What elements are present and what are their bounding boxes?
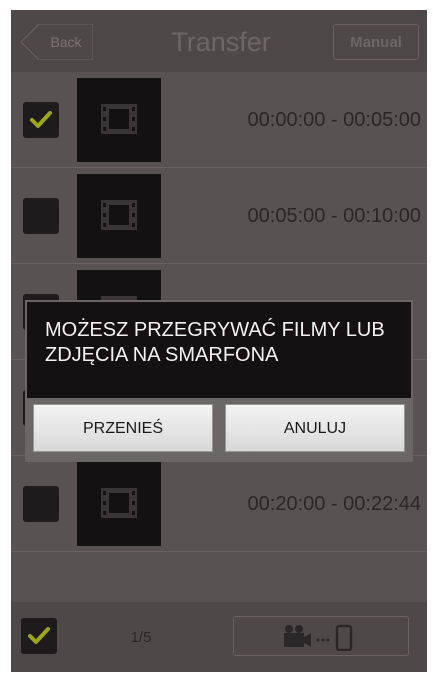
thumbnail[interactable] (77, 462, 161, 546)
dialog-button-bar: PRZENIEŚ ANULUJ (27, 398, 411, 460)
transfer-screen: Back Transfer Manual 00:00:00 - 00:05:00 (11, 10, 427, 672)
checkmark-icon (30, 111, 52, 128)
list-item[interactable]: 00:20:00 - 00:22:44 (11, 456, 427, 552)
transfer-button[interactable] (233, 616, 409, 656)
row-checkbox[interactable] (23, 102, 59, 138)
cancel-button[interactable]: ANULUJ (225, 404, 405, 452)
header-bar: Back Transfer Manual (11, 10, 427, 72)
bottom-bar: 1/5 (11, 602, 427, 672)
select-all-checkbox[interactable] (21, 618, 57, 654)
confirm-dialog: MOŻESZ PRZEGRYWAĆ FILMY LUB ZDJĘCIA NA S… (25, 300, 413, 462)
list-item[interactable]: 00:00:00 - 00:05:00 (11, 72, 427, 168)
back-button[interactable]: Back (21, 24, 93, 60)
list-item[interactable]: 00:05:00 - 00:10:00 (11, 168, 427, 264)
manual-button[interactable]: Manual (333, 24, 419, 60)
divider (11, 551, 427, 552)
page-title: Transfer (171, 27, 271, 57)
transfer-confirm-button[interactable]: PRZENIEŚ (33, 404, 213, 452)
film-icon (101, 200, 137, 230)
row-checkbox[interactable] (23, 486, 59, 522)
row-checkbox[interactable] (23, 198, 59, 234)
film-icon (101, 104, 137, 134)
dialog-message: MOŻESZ PRZEGRYWAĆ FILMY LUB ZDJĘCIA NA S… (45, 319, 385, 366)
film-icon (101, 488, 137, 518)
page-indicator: 1/5 (130, 629, 152, 646)
thumbnail[interactable] (77, 174, 161, 258)
clip-time-range: 00:20:00 - 00:22:44 (247, 493, 421, 515)
camera-to-phone-icon (284, 624, 353, 651)
clip-time-range: 00:05:00 - 00:10:00 (247, 205, 421, 227)
clip-time-range: 00:00:00 - 00:05:00 (247, 109, 421, 131)
back-label: Back (50, 34, 82, 50)
checkmark-icon (28, 627, 50, 644)
thumbnail[interactable] (77, 78, 161, 162)
